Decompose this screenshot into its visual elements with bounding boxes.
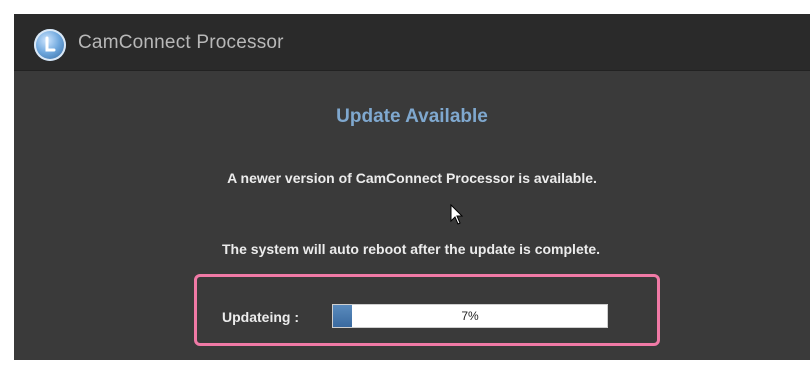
reboot-notice: The system will auto reboot after the up… bbox=[222, 241, 601, 257]
update-message: A newer version of CamConnect Processor … bbox=[227, 170, 597, 186]
progress-percent-text: 7% bbox=[461, 309, 479, 323]
mouse-cursor-icon bbox=[450, 204, 464, 225]
app-window: CamConnect Processor Update Available A … bbox=[14, 14, 810, 360]
dialog-heading: Update Available bbox=[336, 106, 488, 127]
window-title: CamConnect Processor bbox=[78, 32, 284, 53]
updating-label: Updateing : bbox=[222, 309, 299, 325]
update-progress-bar: 7% bbox=[332, 304, 608, 328]
title-bar: CamConnect Processor bbox=[14, 14, 810, 71]
camconnect-logo-icon bbox=[34, 29, 66, 61]
